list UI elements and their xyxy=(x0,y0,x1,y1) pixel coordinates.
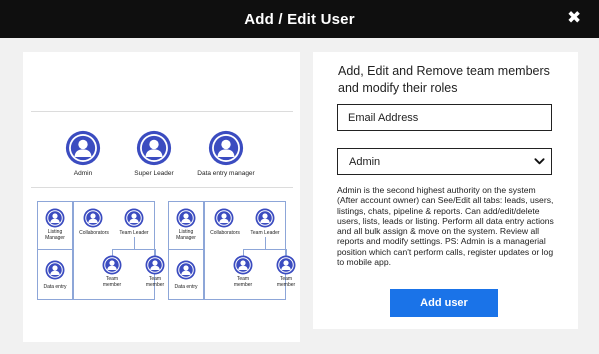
group_left-team-member-2-label: Team member xyxy=(145,276,165,288)
group_right-connector-stem xyxy=(265,237,266,249)
role-select-value: Admin xyxy=(349,156,381,168)
group_right-team-member-1-label: Team member xyxy=(233,276,253,288)
group_left-team-leader-avatar-icon xyxy=(124,208,144,228)
super-leader-label: Super Leader xyxy=(134,170,174,177)
group_right-left-divider xyxy=(168,249,204,250)
admin-label: Admin xyxy=(73,170,93,177)
role-select[interactable]: Admin xyxy=(337,148,552,175)
group_left-team-member-1-avatar-icon xyxy=(102,255,122,275)
email-field[interactable] xyxy=(337,104,552,131)
group_right-listing-manager-label: Listing Manager xyxy=(176,229,196,241)
group_right-team-leader-label: Team Leader xyxy=(250,230,280,236)
add-edit-user-modal: Add / Edit User ✖ Admin Super Leader Data … xyxy=(0,0,599,354)
super-leader-avatar-icon xyxy=(136,130,172,166)
data-entry-manager-label: Data entry manager xyxy=(197,170,255,177)
role-description: Admin is the second highest authority on… xyxy=(337,185,554,268)
group_right-collaborators-avatar-icon xyxy=(214,208,234,228)
group_left-data-entry-label: Data entry xyxy=(43,284,67,290)
middle-separator xyxy=(31,187,293,188)
group_left-collaborators-avatar-icon xyxy=(83,208,103,228)
group_left-data-entry-avatar-icon xyxy=(45,260,65,280)
modal-title: Add / Edit User xyxy=(244,11,355,28)
group_left-collaborators-label: Collaborators xyxy=(79,230,109,236)
user-form-panel: Add, Edit and Remove team members and mo… xyxy=(313,52,578,329)
close-icon[interactable]: ✖ xyxy=(567,9,581,26)
add-user-button[interactable]: Add user xyxy=(390,289,498,317)
top-separator xyxy=(31,111,293,112)
org-chart: Admin Super Leader Data entry manager Listi… xyxy=(23,52,300,342)
group_right-collaborators-label: Collaborators xyxy=(210,230,240,236)
chevron-down-icon xyxy=(534,158,545,165)
group_right-data-entry-label: Data entry xyxy=(174,284,198,290)
admin-avatar-icon xyxy=(65,130,101,166)
group_right-team-member-1-avatar-icon xyxy=(233,255,253,275)
group_right-connector-bar xyxy=(243,249,287,250)
group_left-connector-stem xyxy=(134,237,135,249)
group_right-listing-manager-avatar-icon xyxy=(176,208,196,228)
form-heading: Add, Edit and Remove team members and mo… xyxy=(338,64,550,95)
group_right-team-member-2-avatar-icon xyxy=(276,255,296,275)
group_left-listing-manager-avatar-icon xyxy=(45,208,65,228)
group_right-team-leader-avatar-icon xyxy=(255,208,275,228)
modal-header: Add / Edit User ✖ xyxy=(0,0,599,38)
group_left-team-member-2-avatar-icon xyxy=(145,255,165,275)
data-entry-manager-avatar-icon xyxy=(208,130,244,166)
group_left-team-member-1-label: Team member xyxy=(102,276,122,288)
group_left-left-divider xyxy=(37,249,73,250)
group_left-team-leader-label: Team Leader xyxy=(119,230,149,236)
group_left-connector-bar xyxy=(112,249,156,250)
org-chart-panel: Admin Super Leader Data entry manager Listi… xyxy=(23,52,300,342)
group_right-team-member-2-label: Team member xyxy=(276,276,296,288)
group_right-data-entry-avatar-icon xyxy=(176,260,196,280)
modal-body: Admin Super Leader Data entry manager Listi… xyxy=(0,38,599,354)
group_left-listing-manager-label: Listing Manager xyxy=(45,229,65,241)
